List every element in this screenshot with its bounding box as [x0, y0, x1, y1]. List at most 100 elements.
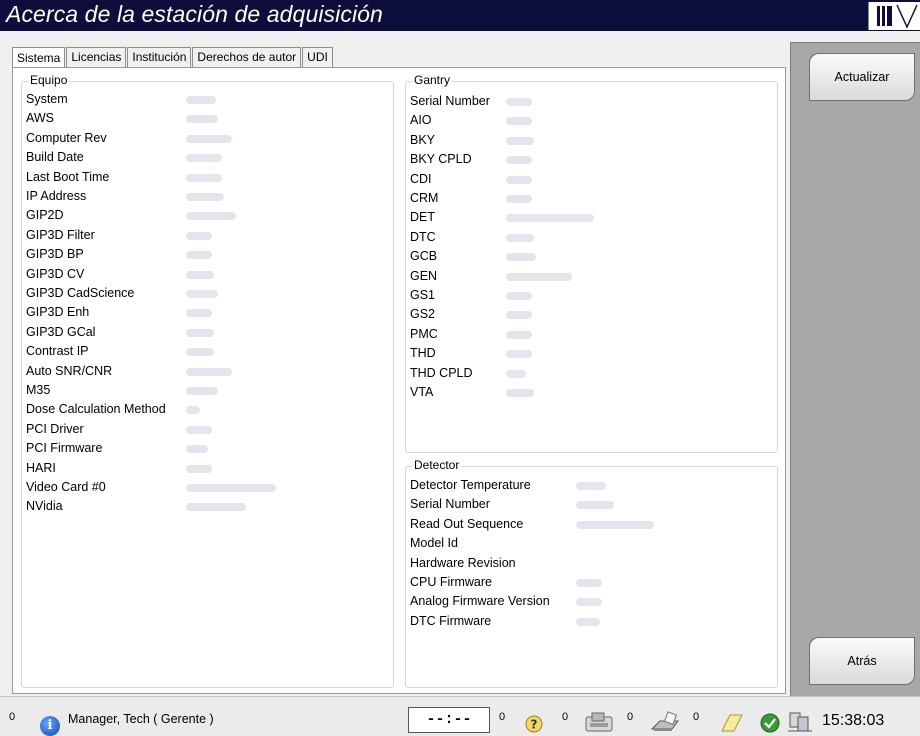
check-icon[interactable] [758, 711, 782, 733]
gantry-value-redacted [506, 195, 532, 203]
tab-derechos-de-autor[interactable]: Derechos de autor [192, 47, 302, 67]
gantry-value-redacted [506, 350, 532, 359]
equipo-value-redacted [186, 231, 212, 240]
brand-logo-icon [868, 2, 920, 30]
network-icon[interactable] [786, 711, 814, 733]
gantry-label: GS1 [410, 288, 436, 302]
equipo-label: NVidia [26, 499, 63, 514]
equipo-value-redacted [186, 96, 216, 104]
equipo-label: GIP3D Enh [26, 305, 90, 320]
clock: 15:38:03 [822, 712, 885, 729]
equipo-value-redacted [186, 387, 218, 395]
gantry-label: DTC [410, 229, 436, 244]
equipo-value-redacted [186, 367, 232, 376]
gantry-value-redacted [506, 330, 532, 339]
gantry-label: PMC [410, 326, 438, 341]
equipo-label: GIP3D CadScience [26, 286, 135, 300]
equipo-label: GIP3D CV [26, 266, 85, 281]
gantry-group-label: Gantry [412, 73, 453, 87]
gantry-label: VTA [410, 385, 434, 399]
detector-value-redacted [576, 501, 614, 510]
detector-value-redacted [576, 598, 602, 607]
gantry-label: BKY CPLD [410, 152, 472, 167]
gantry-label: GS2 [410, 307, 436, 322]
detector-label: Model Id [410, 536, 458, 551]
info-icon[interactable]: i [40, 716, 60, 736]
equipo-label: Last Boot Time [26, 169, 110, 184]
gantry-label: DET [410, 210, 435, 225]
printer-count: 0 [627, 711, 634, 723]
equipo-label: GIP2D [26, 208, 64, 223]
equipo-value-redacted [186, 348, 214, 357]
equipo-label: Dose Calculation Method [26, 402, 166, 417]
equipo-label: HARI [26, 460, 56, 475]
gantry-value-redacted [506, 272, 572, 281]
equipo-value-redacted [186, 503, 246, 512]
back-button[interactable]: Atrás [809, 637, 915, 685]
svg-text:?: ? [531, 718, 538, 732]
gantry-value-redacted [506, 292, 532, 300]
gantry-label: Serial Number [410, 94, 490, 108]
title-bar: Acerca de la estación de adquisición [0, 0, 920, 31]
equipo-value-redacted [186, 328, 214, 337]
gantry-value-redacted [506, 214, 594, 223]
equipo-value-redacted [186, 290, 218, 298]
equipo-label: PCI Driver [26, 421, 84, 436]
tab-licencias[interactable]: Licencias [66, 47, 127, 67]
gantry-value-redacted [506, 253, 536, 262]
equipo-value-redacted [186, 173, 222, 182]
equipo-label: Video Card #0 [26, 480, 106, 494]
detector-label: Analog Firmware Version [410, 594, 550, 609]
detector-group-label: Detector [412, 458, 462, 472]
tab-sistema[interactable]: Sistema [12, 47, 66, 68]
gantry-group: Gantry Serial Number AIO BKY BKY CPLD CDI CRM… [405, 73, 778, 453]
equipo-value-redacted [186, 445, 208, 454]
equipo-value-redacted [186, 484, 276, 492]
detector-label: Detector Temperature [410, 478, 531, 492]
equipo-value-redacted [186, 134, 232, 143]
equipo-value-redacted [186, 251, 212, 260]
detector-value-redacted [576, 520, 654, 529]
equipo-value-redacted [186, 309, 212, 318]
gantry-label: THD CPLD [410, 365, 473, 380]
status-taskbar: 0 i Manager, Tech ( Gerente ) --:-- 0 ? … [0, 696, 920, 736]
detector-label: Serial Number [410, 497, 490, 512]
equipo-label: GIP3D Filter [26, 227, 95, 242]
window-title: Acerca de la estación de adquisición [6, 1, 383, 27]
equipo-label: IP Address [26, 189, 87, 203]
detector-value-redacted [576, 579, 602, 587]
gantry-value-redacted [506, 233, 534, 242]
gantry-label: THD [410, 346, 436, 361]
equipo-group: Equipo System AWS Computer Rev Build Date La… [21, 73, 394, 688]
exposure-timer: --:-- [408, 707, 490, 733]
current-user[interactable]: Manager, Tech ( Gerente ) [68, 712, 214, 726]
equipo-label: Auto SNR/CNR [26, 363, 113, 378]
action-sidebar: Actualizar Atrás [790, 42, 920, 696]
tab-udi[interactable]: UDI [302, 47, 333, 67]
gantry-label: BKY [410, 132, 436, 147]
detector-label: DTC Firmware [410, 613, 492, 628]
tube-icon[interactable] [582, 711, 616, 733]
detector-group: Detector Detector Temperature Serial Numb… [405, 458, 778, 688]
equipo-value-redacted [186, 464, 212, 473]
detector-label: Read Out Sequence [410, 516, 524, 531]
equipo-label: System [26, 92, 68, 106]
system-info-panel: Equipo System AWS Computer Rev Build Date La… [12, 67, 786, 694]
tab-bar: Sistema Licencias Institución Derechos d… [12, 47, 334, 68]
help-icon[interactable]: ? [520, 711, 548, 733]
refresh-button[interactable]: Actualizar [809, 53, 915, 101]
tube-count: 0 [562, 711, 569, 723]
equipo-label: Build Date [26, 150, 84, 165]
equipo-value-redacted [186, 270, 214, 279]
detector-value-redacted [576, 617, 600, 626]
note-icon[interactable] [716, 711, 744, 733]
printer-icon[interactable] [648, 711, 682, 733]
gantry-value-redacted [506, 136, 534, 145]
tab-institucion[interactable]: Institución [127, 47, 192, 67]
gantry-label: GEN [410, 268, 438, 283]
detector-value-redacted [576, 482, 606, 490]
equipo-label: PCI Firmware [26, 441, 103, 456]
note-count: 0 [693, 711, 700, 723]
equipo-label: GIP3D GCal [26, 324, 96, 339]
equipo-value-redacted [186, 425, 212, 434]
